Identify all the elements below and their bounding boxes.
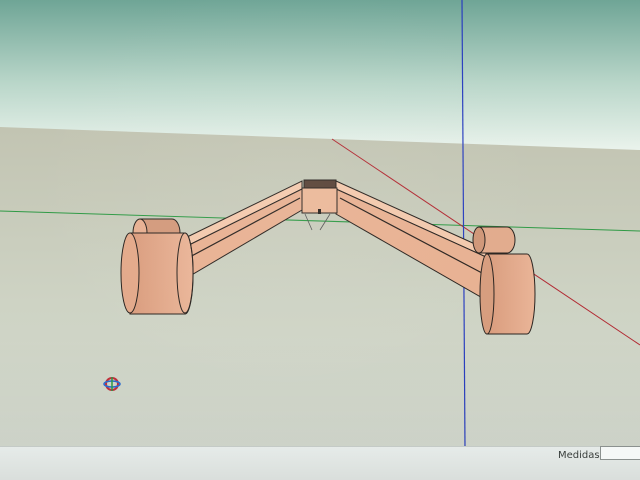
wheel-rear-right — [472, 226, 516, 254]
sketchup-window: Medidas — [0, 0, 640, 480]
status-bar — [0, 446, 640, 480]
measurements-input[interactable] — [600, 446, 640, 460]
sky-background — [0, 0, 640, 150]
wheel-front-right — [479, 253, 536, 335]
measurements-label: Medidas — [558, 450, 600, 461]
3d-viewport[interactable] — [0, 0, 640, 480]
wheel-front-left — [120, 232, 194, 315]
